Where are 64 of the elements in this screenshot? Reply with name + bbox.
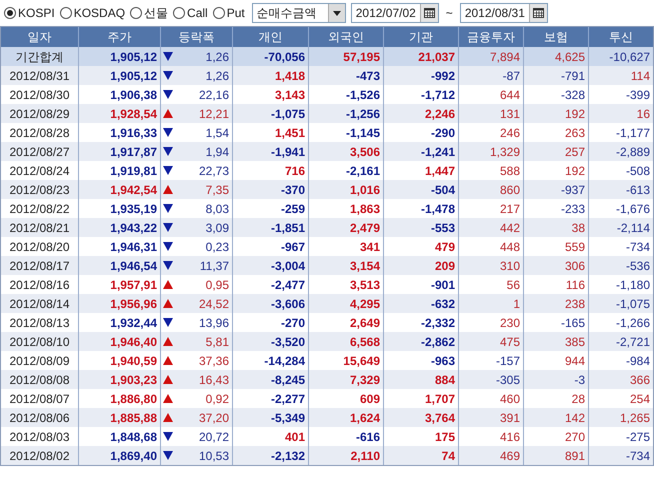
value-cell: -2,132 (233, 446, 309, 465)
value-cell-text: -2,889 (614, 144, 651, 160)
value-cell-text: -613 (624, 182, 651, 198)
column-header: 투신 (608, 29, 634, 46)
change-value: 12,21 (198, 106, 229, 122)
value-cell-text: -1,676 (614, 200, 651, 218)
value-cell-text: -1,177 (614, 124, 651, 142)
change-value: 0,95 (206, 276, 229, 294)
change-value: 13,96 (198, 314, 229, 332)
market-radio[interactable]: KOSDAQ (60, 4, 126, 22)
change-value: 10,53 (198, 448, 229, 464)
market-radio[interactable]: Call (173, 4, 208, 22)
value-cell: 469 (459, 446, 524, 465)
change-value: 16,43 (198, 372, 229, 388)
change-value: 11,37 (200, 258, 229, 274)
calendar-icon (532, 8, 544, 18)
market-radio[interactable]: Put (212, 4, 245, 22)
price-cell: 1,869,40 (79, 446, 161, 465)
change-value: 3,09 (206, 220, 229, 236)
value-cell-text: -734 (624, 238, 651, 256)
value-cell-text: 1,265 (618, 410, 651, 426)
change-value: 8,03 (206, 200, 229, 218)
value-cell-text: -1,266 (614, 314, 651, 332)
calendar-icon (424, 8, 435, 18)
change-value: 1,94 (206, 144, 229, 160)
change-value: 5,81 (206, 334, 229, 350)
market-radio[interactable]: KOSPI (4, 4, 55, 22)
change-value: 0,23 (206, 238, 229, 256)
value-cell-text: -275 (624, 428, 651, 446)
value-cell-text: 366 (628, 372, 651, 388)
value-cell-text: -2,114 (616, 220, 651, 236)
value-cell-text: -2,721 (614, 334, 651, 350)
value-cell-text: -734 (624, 448, 651, 464)
change-value: 1,54 (206, 124, 229, 142)
value-cell-text: -10,627 (608, 48, 651, 66)
market-radio[interactable]: 선물 (130, 4, 168, 22)
change-value: 0,92 (206, 390, 229, 408)
change-value: 1,26 (206, 48, 229, 66)
date-field[interactable]: 2012/07/02 (350, 3, 439, 23)
caret-icon (332, 10, 341, 16)
change-value: 22,16 (198, 86, 229, 104)
range-separator: ~ (444, 5, 454, 22)
change-value: 37,36 (198, 352, 229, 370)
value-cell-text: -536 (624, 258, 651, 274)
change-value: 7,35 (206, 182, 229, 198)
value-cell-text: 16 (636, 106, 651, 122)
value-cell-text: -984 (624, 352, 651, 370)
value-cell: 2,110 (309, 446, 384, 465)
change-value: 24,52 (198, 296, 229, 312)
value-cell-text: 114 (630, 68, 651, 84)
value-cell-text: -399 (624, 86, 651, 104)
metric-dropdown[interactable]: 순매수금액 (252, 3, 346, 23)
change-value: 1,26 (206, 68, 229, 84)
value-cell-text: -1,075 (614, 296, 651, 312)
value-cell: 891 (524, 446, 589, 465)
date-cell: 2012/08/02 (1, 446, 79, 465)
value-cell-text: 254 (628, 390, 651, 408)
date-field[interactable]: 2012/08/31 (460, 3, 548, 23)
value-cell-text: -508 (624, 162, 651, 180)
change-value: 22,73 (198, 162, 229, 180)
value-cell: 74 (384, 446, 459, 465)
value-cell-text: -1,180 (614, 276, 651, 294)
change-value: 20,72 (198, 428, 229, 446)
change-value: 37,20 (198, 410, 229, 426)
